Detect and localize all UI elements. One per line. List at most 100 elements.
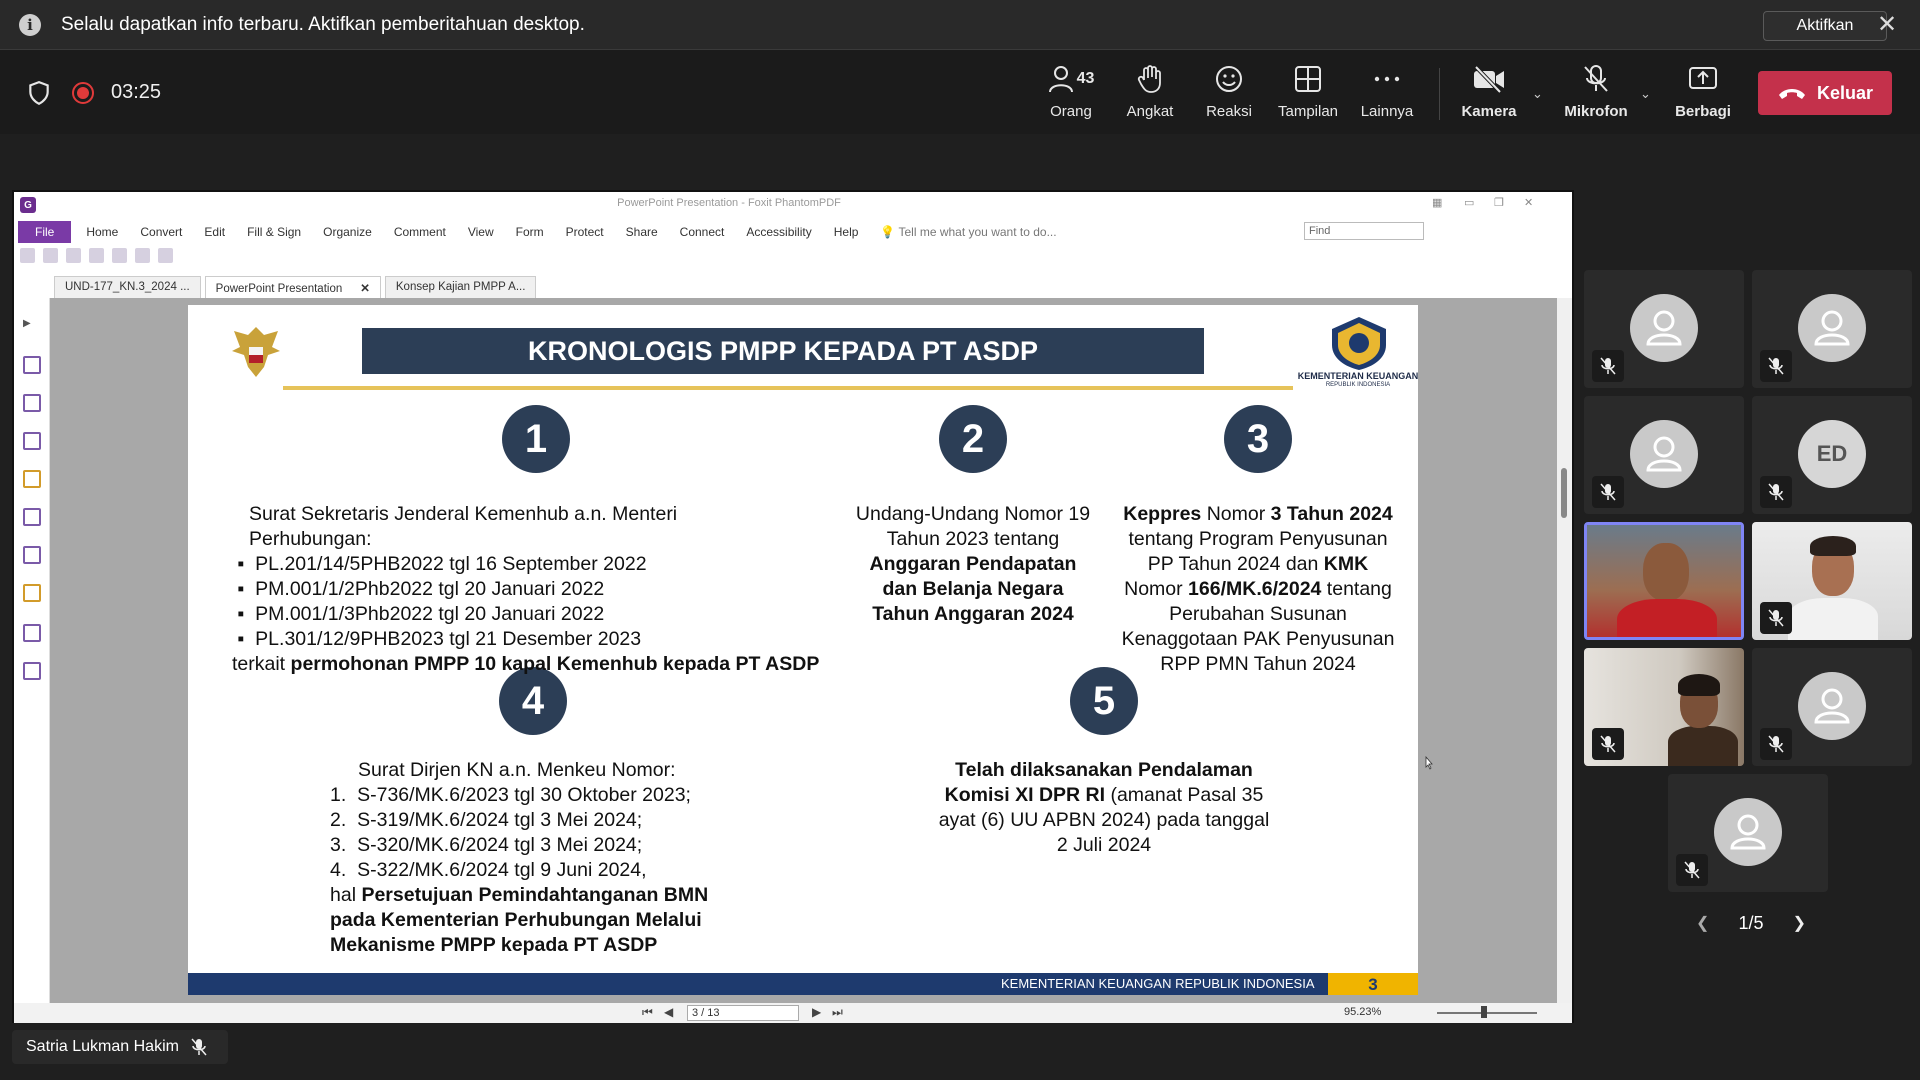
raise-hand-button[interactable]: Angkat — [1110, 62, 1190, 130]
zoom-slider[interactable] — [1437, 1012, 1537, 1014]
block-1: Surat Sekretaris Jenderal Kemenhub a.n. … — [232, 502, 819, 677]
print-icon[interactable] — [66, 248, 81, 263]
prev-page-icon[interactable]: ◀ — [664, 1005, 673, 1019]
menu-help[interactable]: Help — [834, 225, 859, 239]
menu-file[interactable]: File — [18, 221, 72, 243]
close-window-icon[interactable]: ✕ — [1524, 196, 1533, 209]
pp-text: PP Tahun 2024 dan — [1147, 553, 1324, 575]
participant-tile[interactable] — [1668, 774, 1828, 892]
mic-options-chevron-icon[interactable]: ⌄ — [1640, 86, 1654, 101]
avatar-icon — [1714, 798, 1782, 866]
participant-tile-speaking[interactable] — [1584, 522, 1744, 640]
camera-options-chevron-icon[interactable]: ⌄ — [1532, 86, 1546, 101]
menu-comment[interactable]: Comment — [394, 225, 446, 239]
next-page-chevron-icon[interactable]: ❯ — [1793, 913, 1806, 933]
close-tab-icon[interactable]: ✕ — [360, 283, 370, 295]
participant-tile[interactable]: ED — [1752, 396, 1912, 514]
zoom-slider-knob[interactable] — [1481, 1006, 1487, 1018]
open-icon[interactable] — [20, 248, 35, 263]
people-button[interactable]: 43 Orang — [1031, 62, 1111, 130]
signature-icon[interactable] — [23, 546, 41, 564]
pdf-titlebar: G PowerPoint Presentation - Foxit Phanto… — [14, 192, 1572, 216]
menu-edit[interactable]: Edit — [204, 225, 225, 239]
menu-home[interactable]: Home — [86, 225, 118, 239]
block-1-item: ▪ PL.201/14/5PHB2022 tgl 16 September 20… — [232, 553, 647, 575]
block-2-line: Undang-Undang Nomor 19 — [855, 503, 1091, 525]
menu-convert[interactable]: Convert — [140, 225, 182, 239]
block-2-line: Tahun 2023 tentang — [886, 528, 1060, 550]
form-icon[interactable] — [23, 624, 41, 642]
layers-icon[interactable] — [23, 432, 41, 450]
komisi-label: Komisi XI DPR RI — [944, 784, 1106, 806]
bookmark-icon[interactable] — [23, 356, 41, 374]
block-4-bold: pada Kementerian Perhubungan Melalui — [330, 909, 702, 931]
redo-icon[interactable] — [135, 248, 150, 263]
next-page-icon[interactable]: ▶ — [812, 1005, 821, 1019]
mic-label: Mikrofon — [1564, 103, 1628, 120]
block-1-intro: Surat Sekretaris Jenderal Kemenhub a.n. … — [249, 503, 678, 550]
participant-tile[interactable] — [1752, 270, 1912, 388]
pages-icon[interactable] — [23, 394, 41, 412]
pdf-vertical-scrollbar[interactable] — [1557, 298, 1572, 1003]
expand-panel-icon[interactable]: ▶ — [23, 318, 41, 336]
view-button[interactable]: Tampilan — [1268, 62, 1348, 130]
tell-me-box[interactable]: 💡 Tell me what you want to do... — [880, 225, 1056, 239]
security-lock-icon[interactable] — [23, 584, 41, 602]
slide-page-number: 3 — [1328, 973, 1418, 995]
scroll-thumb[interactable] — [1561, 468, 1567, 518]
mic-muted-icon — [191, 1038, 207, 1056]
info-icon: i — [19, 13, 41, 36]
attachments-icon[interactable] — [23, 508, 41, 526]
hand-tool-icon[interactable] — [158, 248, 173, 263]
block-3-line: tentang Program Penyusunan — [1128, 528, 1388, 550]
content-icon[interactable] — [23, 662, 41, 680]
participant-tile[interactable] — [1584, 270, 1744, 388]
smiley-icon — [1216, 66, 1242, 92]
menu-form[interactable]: Form — [516, 225, 544, 239]
menu-organize[interactable]: Organize — [323, 225, 372, 239]
leave-button[interactable]: Keluar — [1758, 71, 1892, 115]
pdf-find-input[interactable]: Find — [1304, 222, 1424, 240]
participant-tile[interactable] — [1584, 396, 1744, 514]
toolbar-divider — [1439, 68, 1440, 120]
undo-icon[interactable] — [112, 248, 127, 263]
menu-protect[interactable]: Protect — [566, 225, 604, 239]
comments-icon[interactable] — [23, 470, 41, 488]
participant-tile[interactable] — [1752, 522, 1912, 640]
enable-notifications-button[interactable]: Aktifkan — [1763, 11, 1887, 41]
zoom-level[interactable]: 95.23% — [1344, 1006, 1381, 1018]
ribbon-toggle-icon[interactable]: ▦ — [1432, 196, 1442, 209]
menu-connect[interactable]: Connect — [680, 225, 725, 239]
camera-button[interactable]: Kamera — [1449, 62, 1529, 130]
leave-label: Keluar — [1816, 82, 1874, 103]
doc-tab[interactable]: Konsep Kajian PMPP A... — [384, 276, 537, 298]
doc-tab[interactable]: UND-177_KN.3_2024 ... — [54, 276, 201, 298]
block-5-line: Komisi XI DPR RI (amanat Pasal 35 — [918, 783, 1290, 808]
participant-tile[interactable] — [1752, 648, 1912, 766]
save-icon[interactable] — [43, 248, 58, 263]
block-3-line: RPP PMN Tahun 2024 — [1160, 653, 1356, 675]
mic-button[interactable]: Mikrofon — [1556, 62, 1636, 130]
shield-icon[interactable] — [26, 80, 52, 106]
pdf-left-panel: ▶ — [14, 298, 50, 1003]
scan-icon[interactable] — [89, 248, 104, 263]
first-page-icon[interactable]: ⏮ — [642, 1005, 653, 1020]
menu-share[interactable]: Share — [626, 225, 658, 239]
participant-tile[interactable] — [1584, 648, 1744, 766]
page-number-input[interactable]: 3 / 13 — [687, 1005, 799, 1021]
block-1-item-text: PM.001/1/3Phb2022 tgl 20 Januari 2022 — [255, 603, 605, 625]
react-button[interactable]: Reaksi — [1189, 62, 1269, 130]
close-icon[interactable]: ✕ — [1873, 10, 1901, 38]
more-button[interactable]: Lainnya — [1347, 62, 1427, 130]
avatar-icon — [1630, 294, 1698, 362]
prev-page-chevron-icon[interactable]: ❮ — [1696, 913, 1709, 933]
restore-icon[interactable]: ❐ — [1494, 196, 1504, 209]
menu-view[interactable]: View — [468, 225, 494, 239]
menu-fill-sign[interactable]: Fill & Sign — [247, 225, 301, 239]
last-page-icon[interactable]: ⏭ — [832, 1005, 843, 1020]
keppres-label: Keppres — [1123, 503, 1202, 525]
menu-accessibility[interactable]: Accessibility — [746, 225, 811, 239]
doc-tab-active[interactable]: PowerPoint Presentation ✕ — [204, 276, 381, 298]
minimize-icon[interactable]: ▭ — [1464, 196, 1474, 209]
share-button[interactable]: Berbagi — [1663, 62, 1743, 130]
